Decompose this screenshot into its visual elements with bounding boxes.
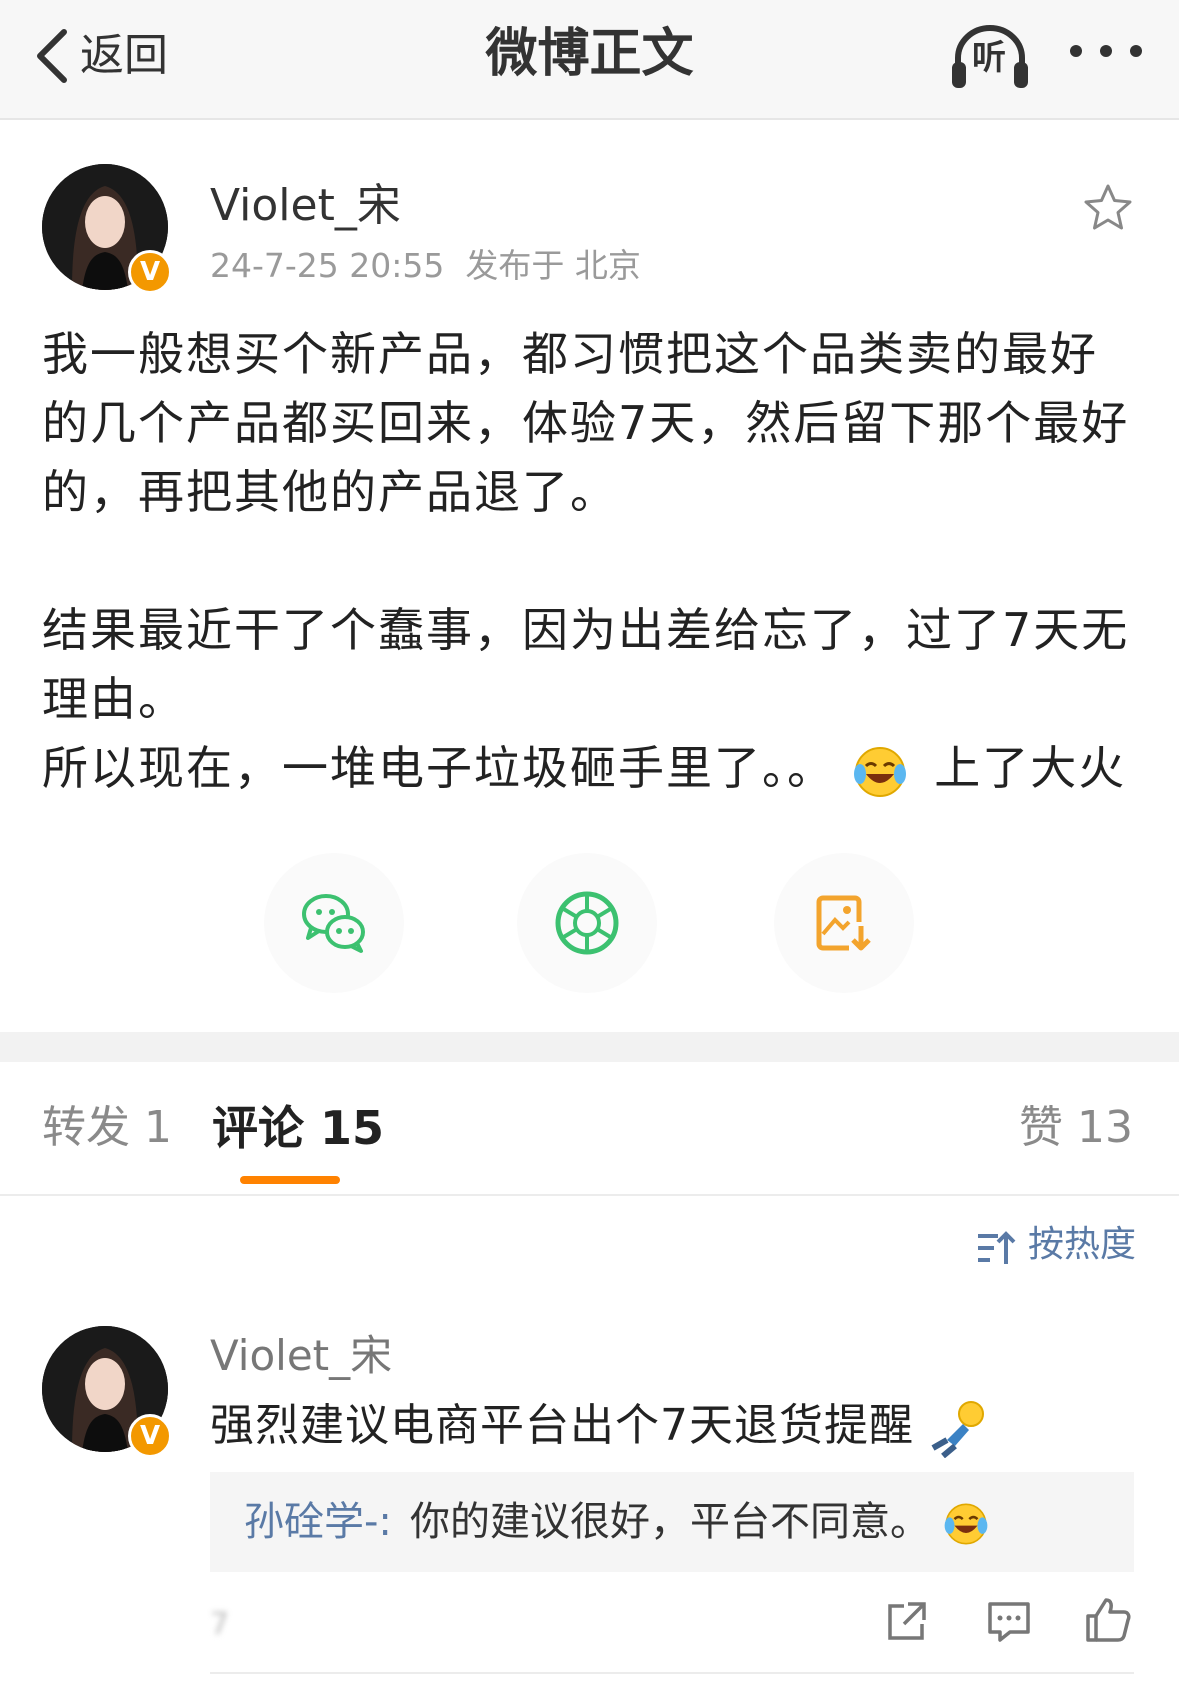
section-separator (0, 1032, 1179, 1062)
reply-username[interactable]: 孙硂学-: (244, 1494, 392, 1550)
comment-meta: 7 (210, 1607, 230, 1642)
comment-text: 强烈建议电商平台出个7天退货提醒 (210, 1396, 989, 1459)
comment-divider (210, 1672, 1134, 1674)
share-icon[interactable] (884, 1600, 928, 1644)
sort-by-hot-button[interactable]: 按热度 (1028, 1220, 1136, 1270)
comment-icon[interactable] (986, 1600, 1032, 1644)
listen-label: 听 (972, 38, 1006, 78)
moments-icon (555, 891, 619, 955)
verified-badge: V (128, 250, 172, 294)
more-icon[interactable] (1066, 36, 1146, 66)
fallen-man-emoji (931, 1401, 984, 1459)
tab-likes[interactable]: 赞 13 (1019, 1100, 1133, 1156)
laugh-cry-emoji (944, 1503, 988, 1545)
star-icon[interactable] (1082, 182, 1134, 234)
wechat-icon (302, 894, 365, 953)
post-paragraph: 我一般想买个新产品，都习惯把这个品类卖的最好的几个产品都买回来，体验7天，然后留… (42, 327, 1130, 519)
tab-comment[interactable]: 评论 15 (212, 1100, 384, 1156)
post-paragraph-text: 上了大火 (934, 741, 1127, 795)
reply-text: 你的建议很好，平台不同意。 (410, 1494, 989, 1550)
author-name[interactable]: Violet_宋 (210, 178, 401, 234)
listen-button[interactable]: 听 (950, 22, 1030, 92)
laugh-cry-emoji (853, 746, 906, 797)
tab-repost[interactable]: 转发 1 (42, 1100, 172, 1156)
comment-author[interactable]: Violet_宋 (210, 1328, 392, 1384)
verified-badge: V (128, 1414, 172, 1458)
post-location: 发布于 北京 (465, 246, 641, 285)
post-time: 24-7-25 20:55 (210, 246, 445, 285)
share-wechat-button[interactable] (264, 853, 404, 993)
post-meta: 24-7-25 20:55 发布于 北京 (210, 244, 641, 288)
post-paragraph: 结果最近干了个蠢事，因为出差给忘了，过了7天无理由。 (42, 603, 1130, 726)
save-image-button[interactable] (774, 853, 914, 993)
tab-divider (0, 1194, 1179, 1196)
save-image-icon (816, 895, 871, 951)
share-moments-button[interactable] (517, 853, 657, 993)
comment-text-body: 强烈建议电商平台出个7天退货提醒 (210, 1400, 914, 1451)
active-tab-indicator (240, 1176, 340, 1184)
like-icon[interactable] (1084, 1596, 1132, 1644)
sort-icon[interactable] (976, 1228, 1016, 1268)
reply-text-body: 你的建议很好，平台不同意。 (410, 1499, 930, 1545)
post-paragraph: 所以现在，一堆电子垃圾砸手里了。。 上了大火 (42, 734, 1142, 803)
post-paragraph-text: 所以现在，一堆电子垃圾砸手里了。。 (42, 741, 835, 795)
